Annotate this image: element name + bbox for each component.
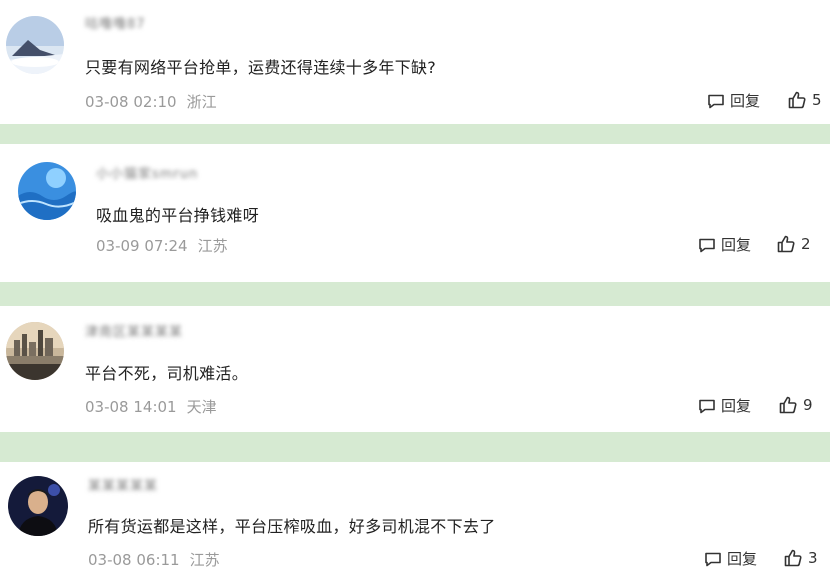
comment-text: 吸血鬼的平台挣钱难呀: [96, 206, 260, 225]
timestamp: 03-09 07:24: [96, 237, 188, 255]
comment-card: 咕噜噜87 只要有网络平台抢单，运费还得连续十多年下缺? 03-08 02:10…: [0, 0, 830, 124]
username[interactable]: 津南区某某某某: [85, 326, 183, 340]
like-count: 2: [801, 235, 811, 253]
avatar[interactable]: [6, 16, 64, 74]
username[interactable]: 小小猫家smrun: [96, 168, 198, 182]
comment-card: 某某某某某 所有货运都是这样，平台压榨吸血，好多司机混不下去了 03-08 06…: [0, 462, 830, 587]
person-portrait-avatar-icon: [8, 476, 68, 536]
avatar[interactable]: [18, 162, 76, 220]
avatar[interactable]: [6, 322, 64, 380]
divider: [0, 124, 830, 144]
like-button[interactable]: 3: [783, 548, 818, 568]
comment-bubble-icon: [708, 94, 724, 108]
thumbs-up-icon: [788, 91, 806, 109]
reply-label: 回复: [727, 550, 758, 568]
avatar[interactable]: [8, 476, 68, 536]
thumbs-up-icon: [784, 549, 802, 567]
like-button[interactable]: 5: [787, 90, 822, 110]
username[interactable]: 某某某某某: [88, 480, 158, 494]
reply-label: 回复: [721, 236, 752, 254]
comment-meta: 03-09 07:24 江苏: [96, 235, 228, 256]
reply-button[interactable]: 回复: [697, 234, 751, 255]
comment-bubble-icon: [699, 238, 715, 252]
reply-label: 回复: [730, 92, 761, 110]
reply-button[interactable]: 回复: [697, 395, 751, 416]
like-count: 5: [812, 91, 822, 109]
like-button[interactable]: 9: [778, 395, 813, 415]
comment-bubble-icon: [699, 399, 715, 413]
city-skyline-avatar-icon: [6, 322, 64, 380]
divider: [0, 282, 830, 306]
comment-text: 所有货运都是这样，平台压榨吸血，好多司机混不下去了: [88, 517, 496, 536]
comment-card: 小小猫家smrun 吸血鬼的平台挣钱难呀 03-09 07:24 江苏 回复 2: [0, 144, 830, 282]
thumbs-up-icon: [779, 396, 797, 414]
comment-meta: 03-08 14:01 天津: [85, 396, 217, 417]
snow-mountain-avatar-icon: [6, 16, 64, 74]
timestamp: 03-08 06:11: [88, 551, 180, 569]
timestamp: 03-08 02:10: [85, 93, 177, 111]
like-button[interactable]: 2: [776, 234, 811, 254]
comment-text: 只要有网络平台抢单，运费还得连续十多年下缺?: [85, 58, 437, 77]
username[interactable]: 咕噜噜87: [85, 18, 146, 32]
like-count: 3: [808, 549, 818, 567]
reply-label: 回复: [721, 397, 752, 415]
location: 江苏: [189, 551, 220, 569]
location: 天津: [186, 398, 217, 416]
reply-button[interactable]: 回复: [703, 548, 757, 569]
comment-text: 平台不死，司机难活。: [85, 364, 249, 383]
location: 江苏: [197, 237, 228, 255]
timestamp: 03-08 14:01: [85, 398, 177, 416]
blue-ocean-avatar-icon: [18, 162, 76, 220]
comment-bubble-icon: [705, 552, 721, 566]
reply-button[interactable]: 回复: [706, 90, 760, 111]
comment-meta: 03-08 06:11 江苏: [88, 549, 220, 570]
comment-card: 津南区某某某某 平台不死，司机难活。 03-08 14:01 天津 回复 9: [0, 306, 830, 432]
comment-meta: 03-08 02:10 浙江: [85, 91, 217, 112]
thumbs-up-icon: [777, 235, 795, 253]
divider: [0, 432, 830, 462]
like-count: 9: [803, 396, 813, 414]
location: 浙江: [186, 93, 217, 111]
